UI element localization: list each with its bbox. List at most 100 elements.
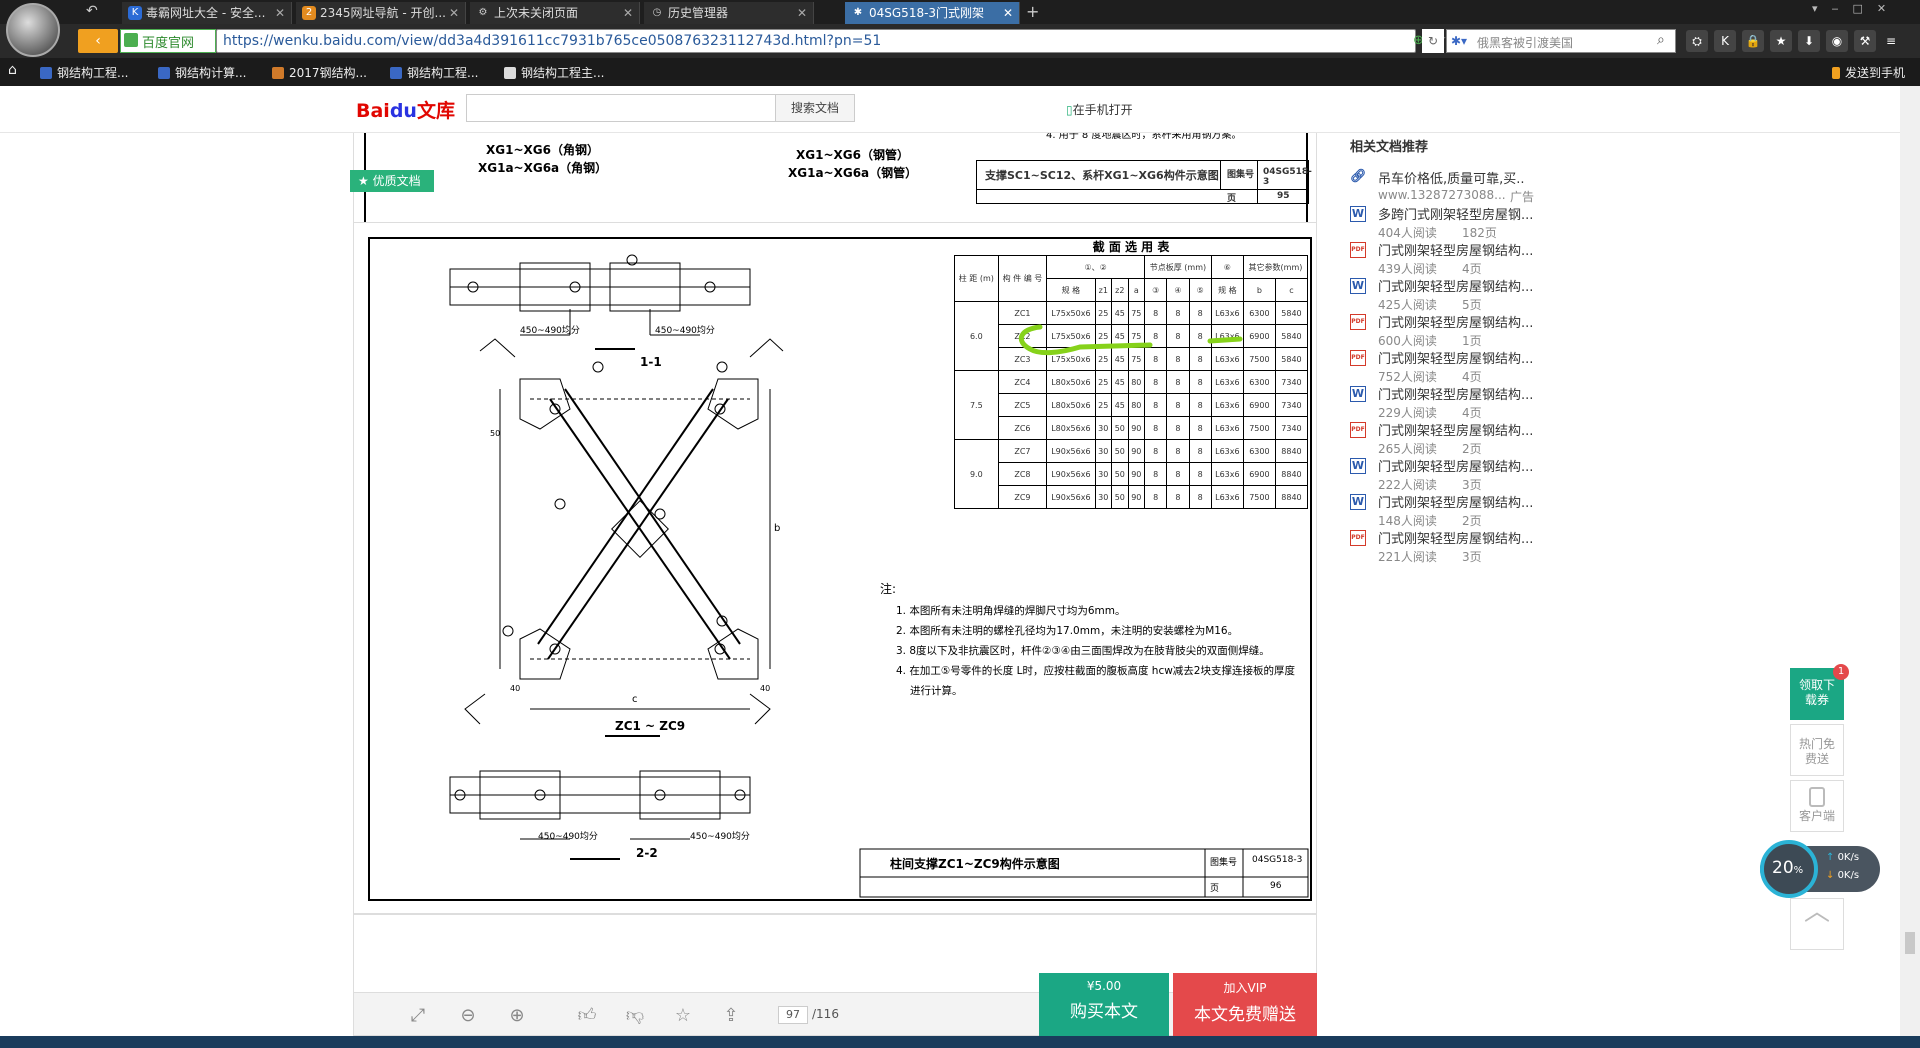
tab-5-active[interactable]: ✱ 04SG518-3门式刚架 ✕ — [845, 2, 1020, 24]
search-box[interactable]: ✱▾ 俄黑客被引渡美国 ⌕ — [1446, 29, 1676, 53]
star-icon: ★ — [358, 174, 373, 188]
tab-3[interactable]: ⚙ 上次未关闭页面 ✕ — [470, 2, 640, 24]
related-item-pages: 5页 — [1462, 298, 1482, 312]
bookmark-3[interactable]: 2017钢结构... — [272, 64, 367, 81]
star-outline-icon[interactable]: ☆ — [672, 1005, 694, 1027]
close-icon[interactable]: ✕ — [623, 2, 633, 24]
related-item-title: 门式刚架轻型房屋钢结构... — [1378, 388, 1534, 403]
share-icon[interactable]: ⇪ — [720, 1005, 742, 1027]
related-item-pages: 182页 — [1462, 226, 1497, 240]
notes-title: 注: — [880, 582, 897, 596]
bookmark-4[interactable]: 钢结构工程... — [390, 64, 478, 81]
related-item-pages: 4页 — [1462, 262, 1482, 276]
tab-2[interactable]: 2 2345网址导航 - 开创... ✕ — [296, 2, 466, 24]
page-label: 页 — [1227, 194, 1237, 204]
related-item-reads: 221人阅读 — [1378, 550, 1437, 564]
note-4: 4. 在加工⑤号零件的长度 L时，应按柱截面的腹板高度 hcw减去2块支撑连接板… — [896, 665, 1295, 677]
address-bar: ‹ 百度官网 https://wenku.baidu.com/view/dd3a… — [0, 24, 1920, 58]
menu-icon[interactable]: ≡ — [1882, 30, 1900, 52]
table-cell: 8 — [1166, 370, 1190, 394]
client-button[interactable]: 客户端 — [1790, 780, 1844, 832]
back-history-icon[interactable]: ↶ — [86, 3, 98, 19]
thumbs-down-icon[interactable]: 👎︎ — [624, 1005, 646, 1027]
hot-free-button[interactable]: 热门免费送 — [1790, 724, 1844, 776]
ad-url: www.13287273088... — [1378, 188, 1506, 202]
coupon-badge: 1 — [1833, 664, 1849, 680]
table-cell: 8 — [1188, 439, 1212, 463]
bookmark-5[interactable]: 钢结构工程主... — [504, 64, 604, 81]
label-angle-a: XG1a~XG6a（角钢） — [478, 161, 608, 175]
close-icon[interactable]: ✕ — [797, 2, 807, 24]
game-icon[interactable]: ◉ — [1826, 30, 1848, 52]
search-icon[interactable]: ⌕ — [1657, 32, 1665, 48]
related-item-pages: 1页 — [1462, 334, 1482, 348]
back-button[interactable]: ‹ — [78, 29, 118, 53]
browser-logo-icon[interactable] — [6, 3, 60, 57]
table-cell: 8 — [1188, 393, 1212, 417]
table-cell: 8840 — [1274, 485, 1309, 509]
new-tab-button[interactable]: + — [1026, 2, 1039, 21]
table-cell: 8 — [1144, 462, 1168, 486]
tab-4[interactable]: ◷ 历史管理器 ✕ — [644, 2, 814, 24]
table-cell: 50 — [1111, 439, 1129, 463]
related-item-reads: 752人阅读 — [1378, 370, 1437, 384]
url-field[interactable]: https://wenku.baidu.com/view/dd3a4d39161… — [216, 29, 1453, 53]
related-item-pages: 2页 — [1462, 514, 1482, 528]
scrollbar-thumb[interactable] — [1905, 932, 1915, 954]
fullscreen-icon[interactable]: ⤢ — [407, 1005, 429, 1027]
vip-button[interactable]: 加入VIP 本文免费赠送 — [1173, 973, 1317, 1036]
search-docs-button[interactable]: 搜索文档 — [775, 94, 855, 122]
table-cell: 80 — [1127, 370, 1146, 394]
wenku-logo[interactable]: Baidu文库 — [356, 96, 455, 123]
window-controls[interactable]: ▾‒□✕ — [1812, 2, 1900, 15]
send-to-phone-label: 发送到手机 — [1845, 66, 1906, 80]
table-cell: 6300 — [1242, 370, 1276, 394]
table-cell: 25 — [1094, 393, 1113, 417]
related-item-reads: 222人阅读 — [1378, 478, 1437, 492]
buy-button[interactable]: ¥5.00 购买本文 — [1039, 973, 1169, 1036]
scrollbar[interactable] — [1900, 86, 1920, 1036]
lock-ext-icon[interactable]: 🔒 — [1742, 30, 1764, 52]
bookmark-2[interactable]: 钢结构计算... — [158, 64, 246, 81]
phone-icon: ▯ — [1066, 103, 1073, 117]
table-cell: L63x6 — [1210, 416, 1244, 440]
viewer-toolbar: ⤢ ⊖ ⊕ 👍︎ 👎︎ ☆ ⇪ 97 /116 ¥5.00 购买本文 加入VIP… — [353, 973, 1317, 1036]
open-on-phone[interactable]: ▯在手机打开 — [1066, 101, 1133, 118]
th-spec-b: 规 格 — [1210, 278, 1244, 302]
speed-percent-value: 20 — [1772, 858, 1794, 878]
tools-icon[interactable]: ⚒ — [1854, 30, 1876, 52]
extension-icon[interactable]: ⛭ — [1686, 30, 1708, 52]
dim-50: 50 — [490, 429, 501, 438]
download-icon[interactable]: ⬇ — [1798, 30, 1820, 52]
close-icon[interactable]: ✕ — [449, 2, 459, 24]
table-cell: 8 — [1166, 416, 1190, 440]
tab-1[interactable]: K 毒霸网址大全 - 安全... ✕ — [122, 2, 292, 24]
speed-widget[interactable]: 20% ↑ 0K/s ↓ 0K/s — [1760, 840, 1880, 898]
thumbs-up-icon[interactable]: 👍︎ — [576, 1005, 598, 1027]
home-icon[interactable]: ⌂ — [8, 62, 17, 78]
table-row: 9.0 ZC7 L90x56x6 30 50 90 8 8 8 L63x6 6300 8840 — [954, 439, 1309, 509]
favorites-icon[interactable]: ★ — [1770, 30, 1792, 52]
th-z2: z2 — [1111, 278, 1129, 302]
table-cell: ZC5 — [997, 393, 1048, 417]
open-on-phone-label: 在手机打开 — [1072, 103, 1133, 117]
related-item-title: 门式刚架轻型房屋钢结构... — [1378, 316, 1534, 331]
page-input[interactable]: 97 — [778, 1006, 808, 1024]
refresh-icon[interactable]: ↻ — [1422, 29, 1444, 53]
upload-speed-value: 0K/s — [1837, 852, 1860, 863]
send-to-phone[interactable]: 发送到手机 — [1832, 64, 1905, 81]
related-item-reads: 265人阅读 — [1378, 442, 1437, 456]
spacing-cell: 9.0 — [954, 439, 999, 509]
doc-search-input[interactable] — [466, 94, 782, 122]
table-cell: 8 — [1188, 370, 1212, 394]
close-icon[interactable]: ✕ — [275, 2, 285, 24]
back-to-top-button[interactable]: ︿ — [1790, 898, 1844, 950]
related-item-reads: 148人阅读 — [1378, 514, 1437, 528]
pdf-doc-icon: PDF — [1350, 422, 1366, 438]
zoom-out-icon[interactable]: ⊖ — [457, 1005, 479, 1027]
close-icon[interactable]: ✕ — [1003, 2, 1013, 24]
bookmark-1[interactable]: 钢结构工程... — [40, 64, 128, 81]
table-cell: 6300 — [1242, 439, 1276, 463]
zoom-in-icon[interactable]: ⊕ — [506, 1005, 528, 1027]
kingsoft-ext-icon[interactable]: K — [1714, 30, 1736, 52]
